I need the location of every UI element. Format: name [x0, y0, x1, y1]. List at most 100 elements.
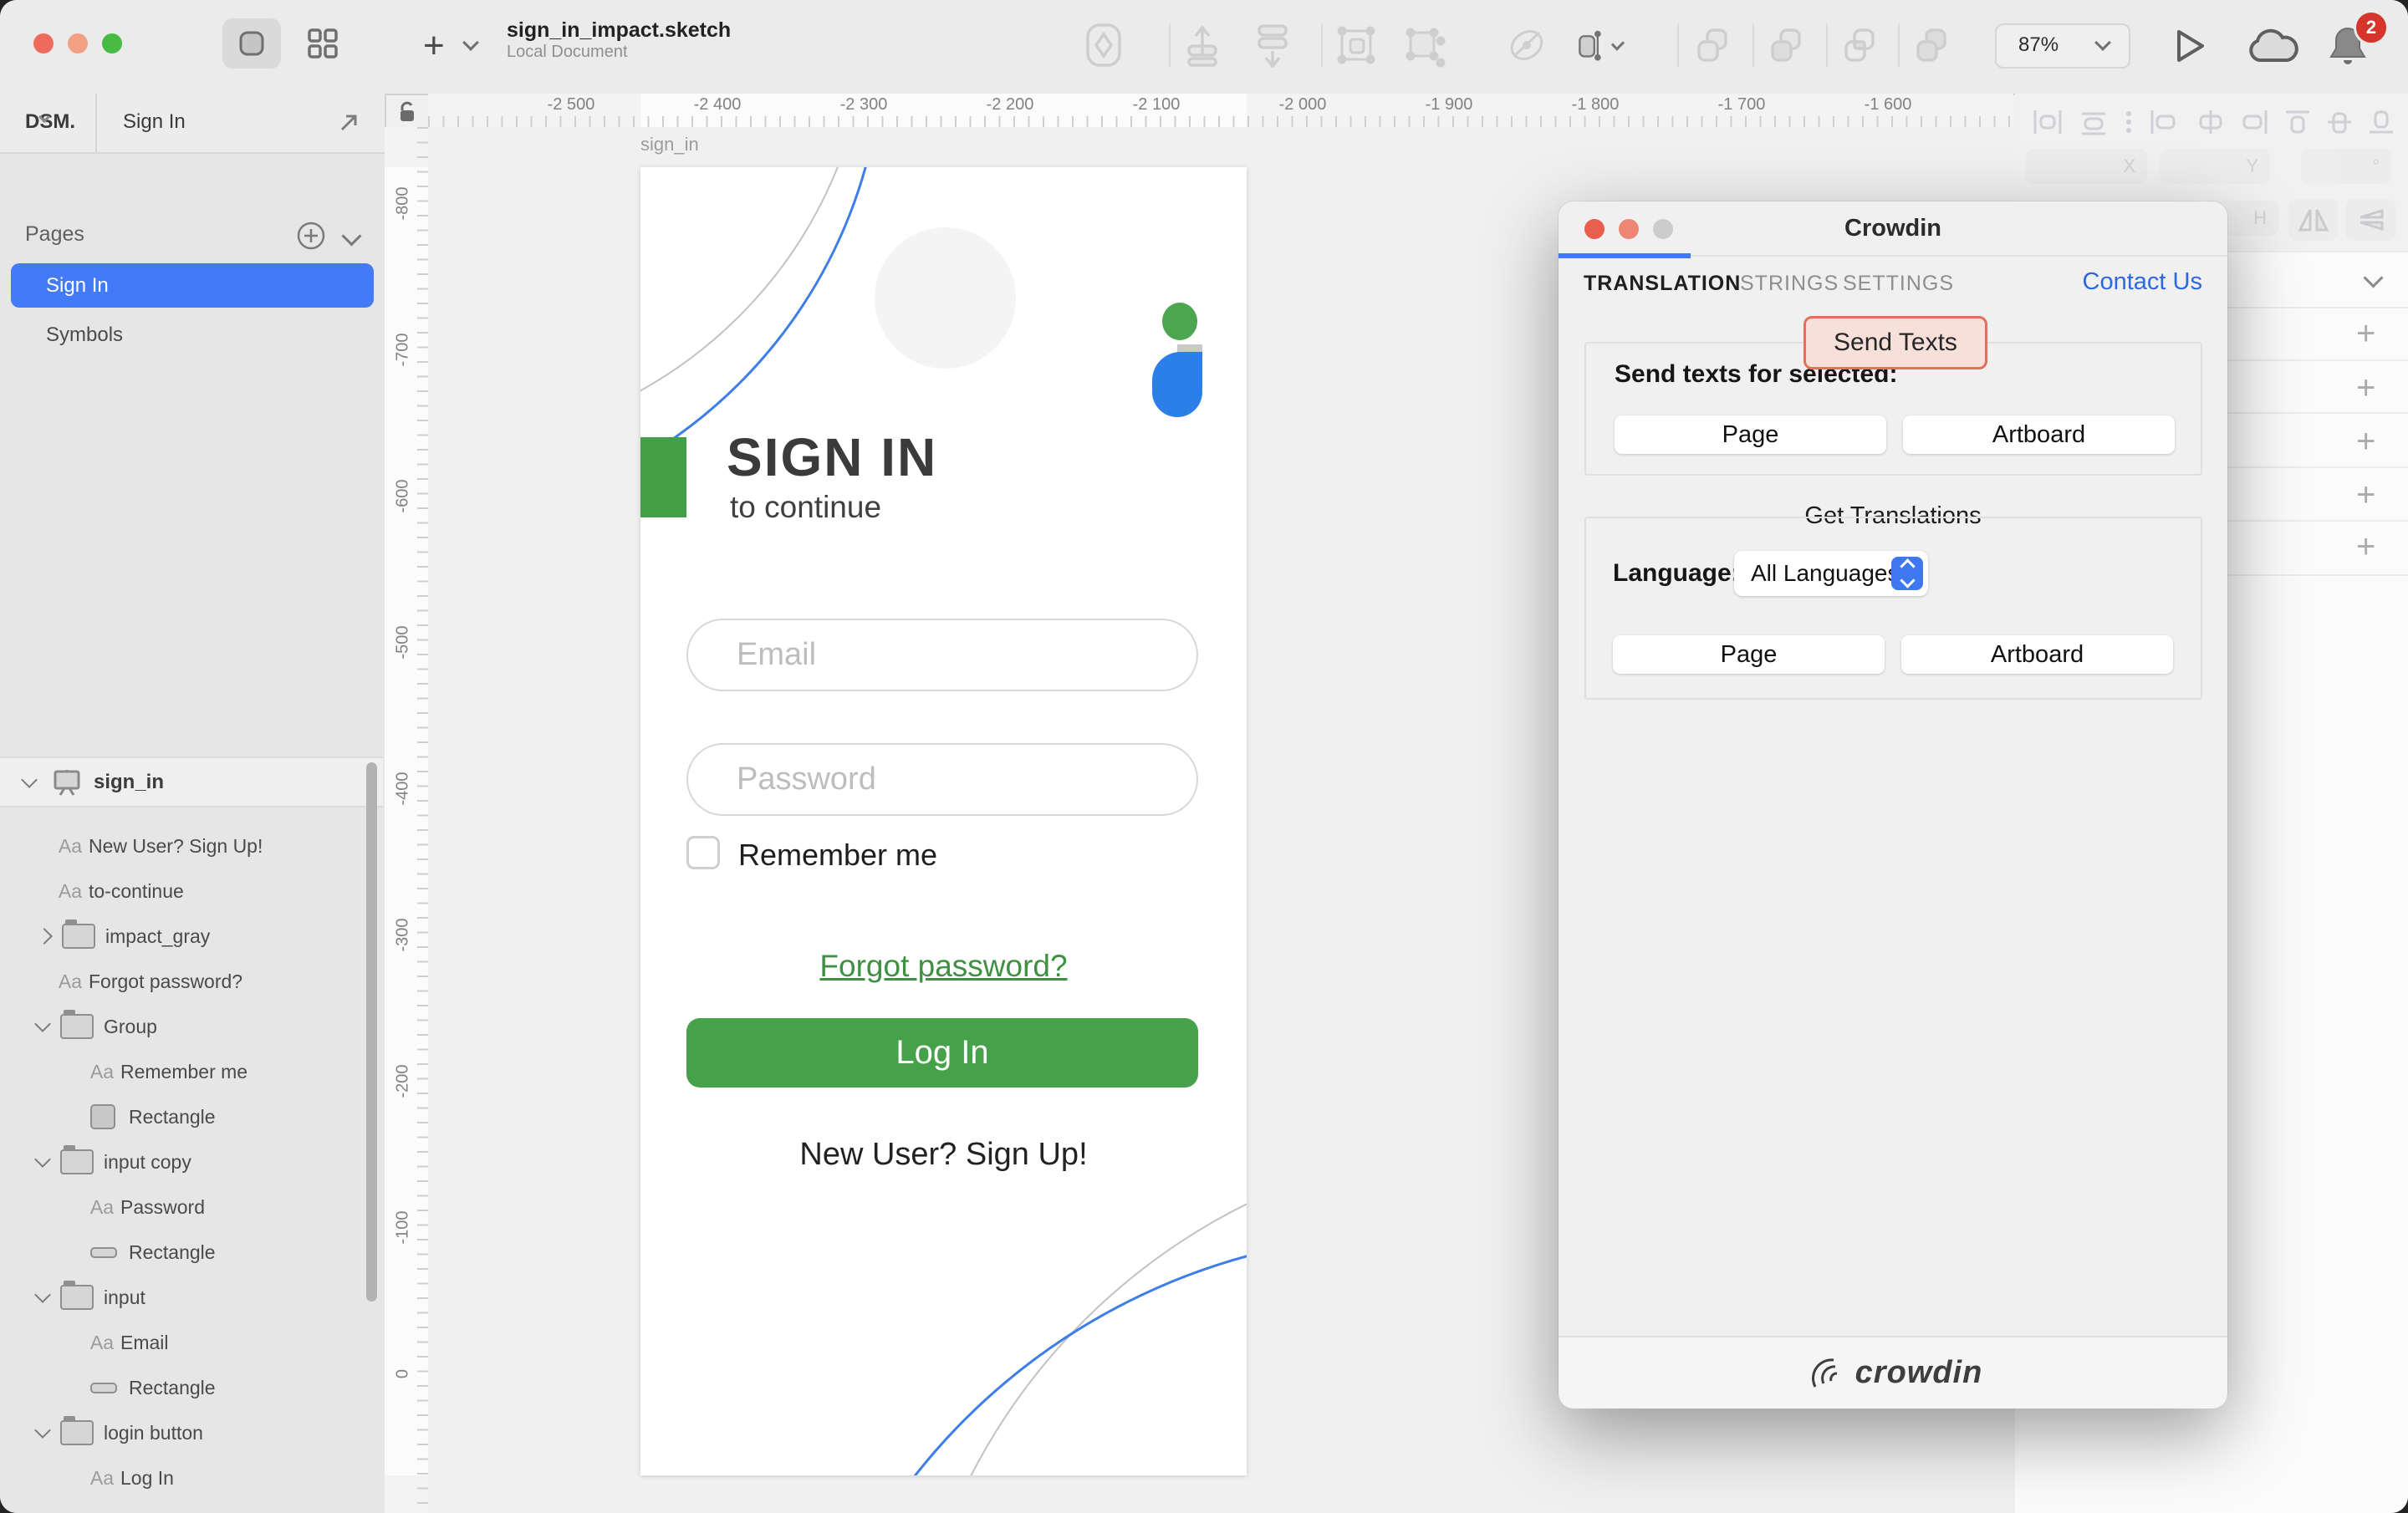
language-value: All Languages — [1751, 560, 1899, 587]
external-link-icon[interactable] — [338, 112, 360, 134]
layer-row-shape[interactable]: Rectangle — [0, 1230, 374, 1275]
layer-row-group[interactable]: Group — [0, 1004, 374, 1049]
page-item-symbols[interactable]: Symbols — [11, 313, 374, 357]
sign-up-link[interactable]: New User? Sign Up! — [640, 1137, 1247, 1173]
toolbar-separator — [1752, 23, 1754, 67]
chevron-down-icon[interactable] — [34, 1016, 51, 1032]
sidebar-scrollbar[interactable] — [366, 762, 377, 1302]
layer-row-group[interactable]: impact_gray — [0, 914, 374, 959]
send-backward-button[interactable] — [1249, 22, 1296, 69]
add-page-icon[interactable] — [294, 219, 328, 252]
dialog-footer: crowdin — [1559, 1336, 2227, 1409]
layer-row-artboard[interactable]: sign_in — [0, 756, 383, 807]
distance-tool-button[interactable] — [1080, 22, 1127, 69]
contact-us-link[interactable]: Contact Us — [2083, 268, 2202, 296]
language-dropdown[interactable]: All Languages — [1734, 551, 1928, 596]
get-artboard-button[interactable]: Artboard — [1901, 635, 2173, 674]
layer-row-group[interactable]: login button — [0, 1410, 374, 1455]
page-item-sign-in[interactable]: Sign In — [11, 263, 374, 308]
bring-forward-button[interactable] — [1179, 22, 1226, 69]
layer-row-text[interactable]: AaNew User? Sign Up! — [0, 823, 374, 869]
layer-row-group[interactable]: input — [0, 1275, 374, 1320]
add-style-button[interactable]: + — [2356, 315, 2408, 353]
boolean-intersect-button[interactable] — [1836, 22, 1883, 69]
layer-row-shape[interactable]: Rectangle — [0, 1365, 374, 1410]
layer-row-group[interactable]: input copy — [0, 1139, 374, 1184]
boolean-subtract-button[interactable] — [1763, 22, 1809, 69]
zoom-window-button[interactable] — [102, 33, 122, 53]
password-field[interactable]: Password — [686, 743, 1198, 816]
close-button[interactable] — [33, 33, 54, 53]
forgot-password-link[interactable]: Forgot password? — [640, 949, 1247, 984]
ruler-label: -700 — [394, 334, 413, 367]
sign-in-subheading: to continue — [730, 490, 881, 525]
log-in-button[interactable]: Log In — [686, 1018, 1198, 1088]
alignment-icons-row[interactable] — [2030, 107, 2398, 137]
minimize-button[interactable] — [68, 33, 88, 53]
horizontal-ruler: -2 500 -2 400 -2 300 -2 200 -2 100 -2 00… — [428, 94, 2013, 128]
email-field[interactable]: Email — [686, 619, 1198, 691]
y-position-field[interactable]: Y — [2160, 149, 2270, 184]
layer-row-text[interactable]: AaPassword — [0, 1184, 374, 1230]
add-fill-button[interactable]: + — [2356, 369, 2408, 407]
sign-in-heading: SIGN IN — [727, 426, 937, 488]
tab-sign-in[interactable]: Sign In — [123, 110, 186, 134]
layer-row-text[interactable]: AaEmail — [0, 1320, 374, 1365]
tab-strings[interactable]: STRINGS — [1740, 272, 1839, 296]
grid-view-button[interactable] — [298, 18, 348, 69]
send-artboard-button[interactable]: Artboard — [1903, 415, 2175, 454]
add-blur-button[interactable]: + — [2356, 528, 2408, 566]
artboard-title[interactable]: sign_in — [640, 134, 699, 155]
vertical-ruler: -800 -700 -600 -500 -400 -300 -200 -100 … — [385, 127, 429, 1513]
cloud-sync-button[interactable] — [2246, 28, 2299, 69]
flip-horizontal-button[interactable] — [2288, 199, 2339, 241]
group-button[interactable] — [1333, 22, 1380, 69]
boolean-union-button[interactable] — [1689, 22, 1736, 69]
add-border-button[interactable]: + — [2356, 423, 2408, 461]
remember-me-checkbox[interactable] — [686, 836, 720, 869]
toolbar-separator — [1169, 23, 1171, 67]
chevron-down-icon[interactable] — [34, 1151, 51, 1168]
logo-blue-drop — [1152, 352, 1202, 417]
chevron-down-icon[interactable] — [21, 772, 38, 788]
artboard[interactable]: SIGN IN to continue Email Password Remem… — [640, 167, 1247, 1475]
progress-indicator — [1559, 253, 1691, 258]
layer-row-text[interactable]: AaRemember me — [0, 1049, 374, 1094]
section-chevron-icon[interactable] — [2363, 267, 2383, 288]
align-top-icon — [2286, 112, 2309, 132]
rounded-rectangle-icon — [90, 1383, 117, 1393]
rotation-field[interactable]: ° — [2301, 149, 2391, 184]
zoom-level-control[interactable]: 87% — [1995, 23, 2130, 69]
chevron-down-icon[interactable] — [34, 1422, 51, 1439]
frame-tool-button[interactable] — [1575, 22, 1622, 69]
preview-button[interactable] — [2171, 25, 2209, 71]
zoom-chevron-icon — [2094, 34, 2111, 51]
pages-collapse-chevron-icon[interactable] — [341, 226, 361, 246]
chevron-down-icon[interactable] — [34, 1286, 51, 1303]
insert-chevron-icon[interactable] — [462, 34, 479, 51]
tab-dsm[interactable]: DSM. — [25, 110, 75, 134]
edit-shape-button[interactable] — [1503, 22, 1550, 69]
boolean-difference-button[interactable] — [1908, 22, 1955, 69]
layer-row-shape[interactable]: Rectangle — [0, 1094, 374, 1139]
add-shadow-button[interactable]: + — [2356, 476, 2408, 514]
ungroup-button[interactable] — [1403, 22, 1450, 69]
layer-row-text[interactable]: AaLog In — [0, 1455, 374, 1500]
layer-row-text[interactable]: Aato-continue — [0, 869, 374, 914]
layer-row-text[interactable]: AaForgot password? — [0, 959, 374, 1004]
canvas-view-button[interactable] — [222, 18, 281, 69]
ruler-label: -2 300 — [840, 95, 888, 115]
chevron-right-icon[interactable] — [36, 928, 53, 945]
tab-settings[interactable]: SETTINGS — [1843, 272, 1954, 296]
get-page-button[interactable]: Page — [1613, 635, 1885, 674]
send-page-button[interactable]: Page — [1615, 415, 1886, 454]
document-subtitle: Local Document — [507, 43, 731, 62]
send-texts-button[interactable]: Send Texts — [1803, 316, 1987, 369]
x-position-field[interactable]: X — [2026, 149, 2147, 184]
ruler-lock-icon[interactable] — [395, 99, 420, 125]
insert-button[interactable]: + — [423, 25, 445, 67]
folder-icon — [60, 1149, 94, 1174]
tab-translation[interactable]: TRANSLATION — [1584, 272, 1741, 296]
align-bottom-icon — [2370, 112, 2393, 132]
flip-vertical-button[interactable] — [2345, 199, 2395, 241]
